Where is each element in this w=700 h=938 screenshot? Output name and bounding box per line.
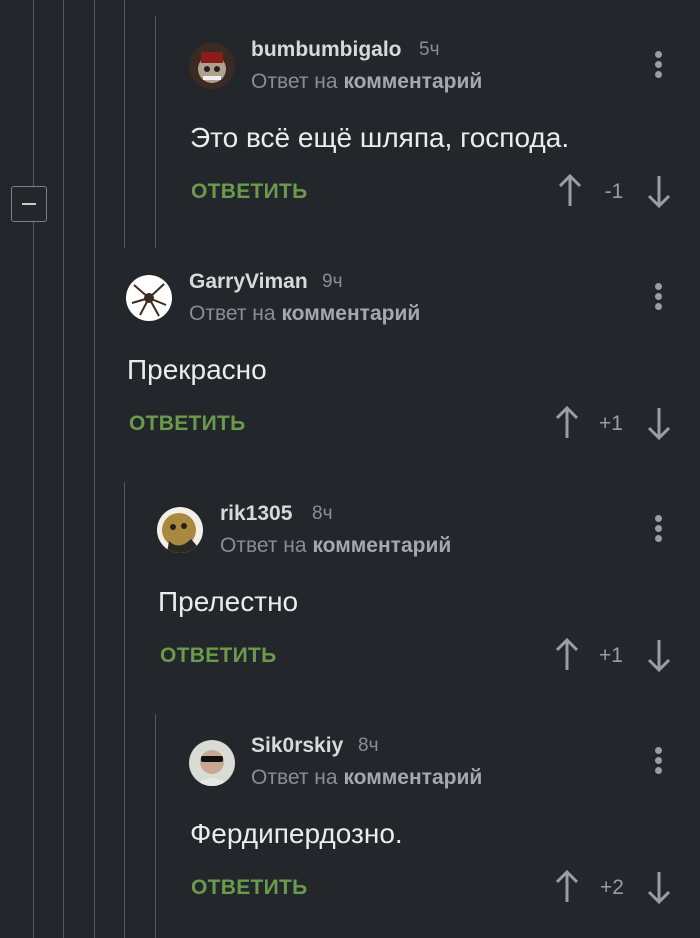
downvote-icon[interactable] (647, 870, 671, 904)
reply-to-link[interactable]: комментарий (343, 766, 482, 789)
rating: +2 (600, 876, 624, 899)
username[interactable]: Sik0rskiy (251, 734, 343, 758)
timestamp: 8ч (358, 735, 379, 756)
upvote-icon[interactable] (555, 870, 579, 904)
avatar[interactable] (189, 740, 235, 786)
reply-prefix: Ответ на (251, 766, 338, 789)
comment-text: Фердипердозно. (190, 818, 403, 849)
comment: Sik0rskiy 8ч Ответ на комментарий Фердип… (0, 0, 700, 938)
reply-button[interactable]: ОТВЕТИТЬ (191, 876, 308, 900)
more-options-icon[interactable] (655, 747, 663, 775)
reply-to-line: Ответ на комментарий (251, 766, 482, 790)
